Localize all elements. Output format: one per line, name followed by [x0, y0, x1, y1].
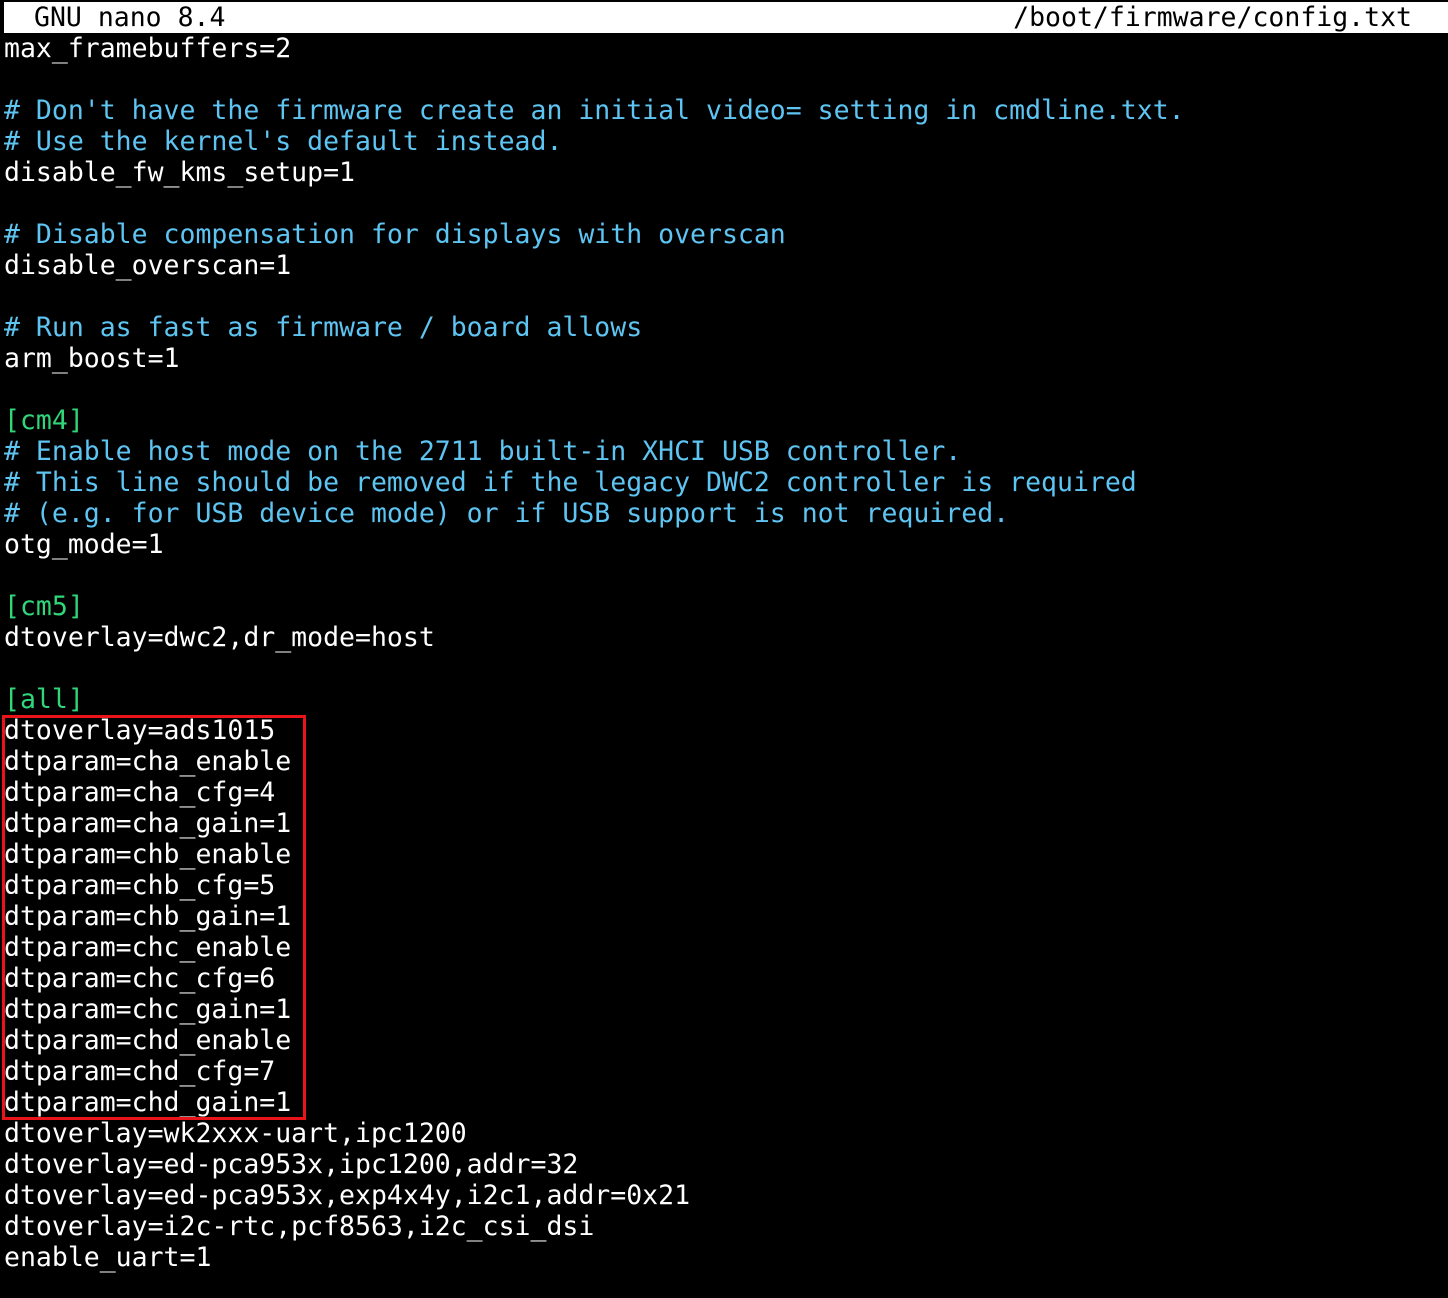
config-line[interactable] [4, 188, 1448, 219]
config-line[interactable]: arm_boost=1 [4, 343, 1448, 374]
config-line[interactable]: dtparam=cha_gain=1 [4, 808, 1448, 839]
editor-version-label: GNU nano 8.4 [34, 2, 226, 33]
comment-line[interactable]: # This line should be removed if the leg… [4, 467, 1448, 498]
config-line[interactable]: dtoverlay=ed-pca953x,exp4x4y,i2c1,addr=0… [4, 1180, 1448, 1211]
comment-line[interactable]: # Enable host mode on the 2711 built-in … [4, 436, 1448, 467]
config-line[interactable]: dtparam=chc_gain=1 [4, 994, 1448, 1025]
config-line[interactable]: enable_uart=1 [4, 1242, 1448, 1273]
config-line[interactable] [4, 560, 1448, 591]
config-line[interactable]: dtparam=cha_cfg=4 [4, 777, 1448, 808]
config-line[interactable]: disable_overscan=1 [4, 250, 1448, 281]
config-line[interactable]: dtoverlay=dwc2,dr_mode=host [4, 622, 1448, 653]
nano-title-bar: GNU nano 8.4 /boot/firmware/config.txt [4, 2, 1448, 33]
comment-line[interactable]: # Don't have the firmware create an init… [4, 95, 1448, 126]
config-line[interactable]: dtoverlay=i2c-rtc,pcf8563,i2c_csi_dsi [4, 1211, 1448, 1242]
comment-line[interactable]: # Use the kernel's default instead. [4, 126, 1448, 157]
config-line[interactable]: dtparam=chd_cfg=7 [4, 1056, 1448, 1087]
config-line[interactable] [4, 653, 1448, 684]
config-line[interactable]: dtparam=chd_enable [4, 1025, 1448, 1056]
config-line[interactable]: dtparam=chb_gain=1 [4, 901, 1448, 932]
config-line[interactable]: dtoverlay=ed-pca953x,ipc1200,addr=32 [4, 1149, 1448, 1180]
config-line[interactable]: dtoverlay=ads1015 [4, 715, 1448, 746]
config-line[interactable]: dtparam=chc_cfg=6 [4, 963, 1448, 994]
config-line[interactable]: dtparam=chc_enable [4, 932, 1448, 963]
section-header-line[interactable]: [all] [4, 684, 1448, 715]
config-line[interactable]: dtparam=cha_enable [4, 746, 1448, 777]
section-header-line[interactable]: [cm4] [4, 405, 1448, 436]
config-line[interactable]: dtoverlay=wk2xxx-uart,ipc1200 [4, 1118, 1448, 1149]
config-line[interactable] [4, 281, 1448, 312]
comment-line[interactable]: # Run as fast as firmware / board allows [4, 312, 1448, 343]
comment-line[interactable]: # (e.g. for USB device mode) or if USB s… [4, 498, 1448, 529]
config-line[interactable]: dtparam=chb_enable [4, 839, 1448, 870]
config-line[interactable]: dtparam=chb_cfg=5 [4, 870, 1448, 901]
config-line[interactable] [4, 64, 1448, 95]
config-line[interactable] [4, 374, 1448, 405]
section-header-line[interactable]: [cm5] [4, 591, 1448, 622]
file-path-label: /boot/firmware/config.txt [1013, 2, 1412, 33]
text-editor-area[interactable]: max_framebuffers=2 # Don't have the firmw… [4, 33, 1448, 1273]
comment-line[interactable]: # Disable compensation for displays with… [4, 219, 1448, 250]
config-line[interactable]: max_framebuffers=2 [4, 33, 1448, 64]
config-line[interactable]: dtparam=chd_gain=1 [4, 1087, 1448, 1118]
config-line[interactable]: disable_fw_kms_setup=1 [4, 157, 1448, 188]
config-line[interactable]: otg_mode=1 [4, 529, 1448, 560]
